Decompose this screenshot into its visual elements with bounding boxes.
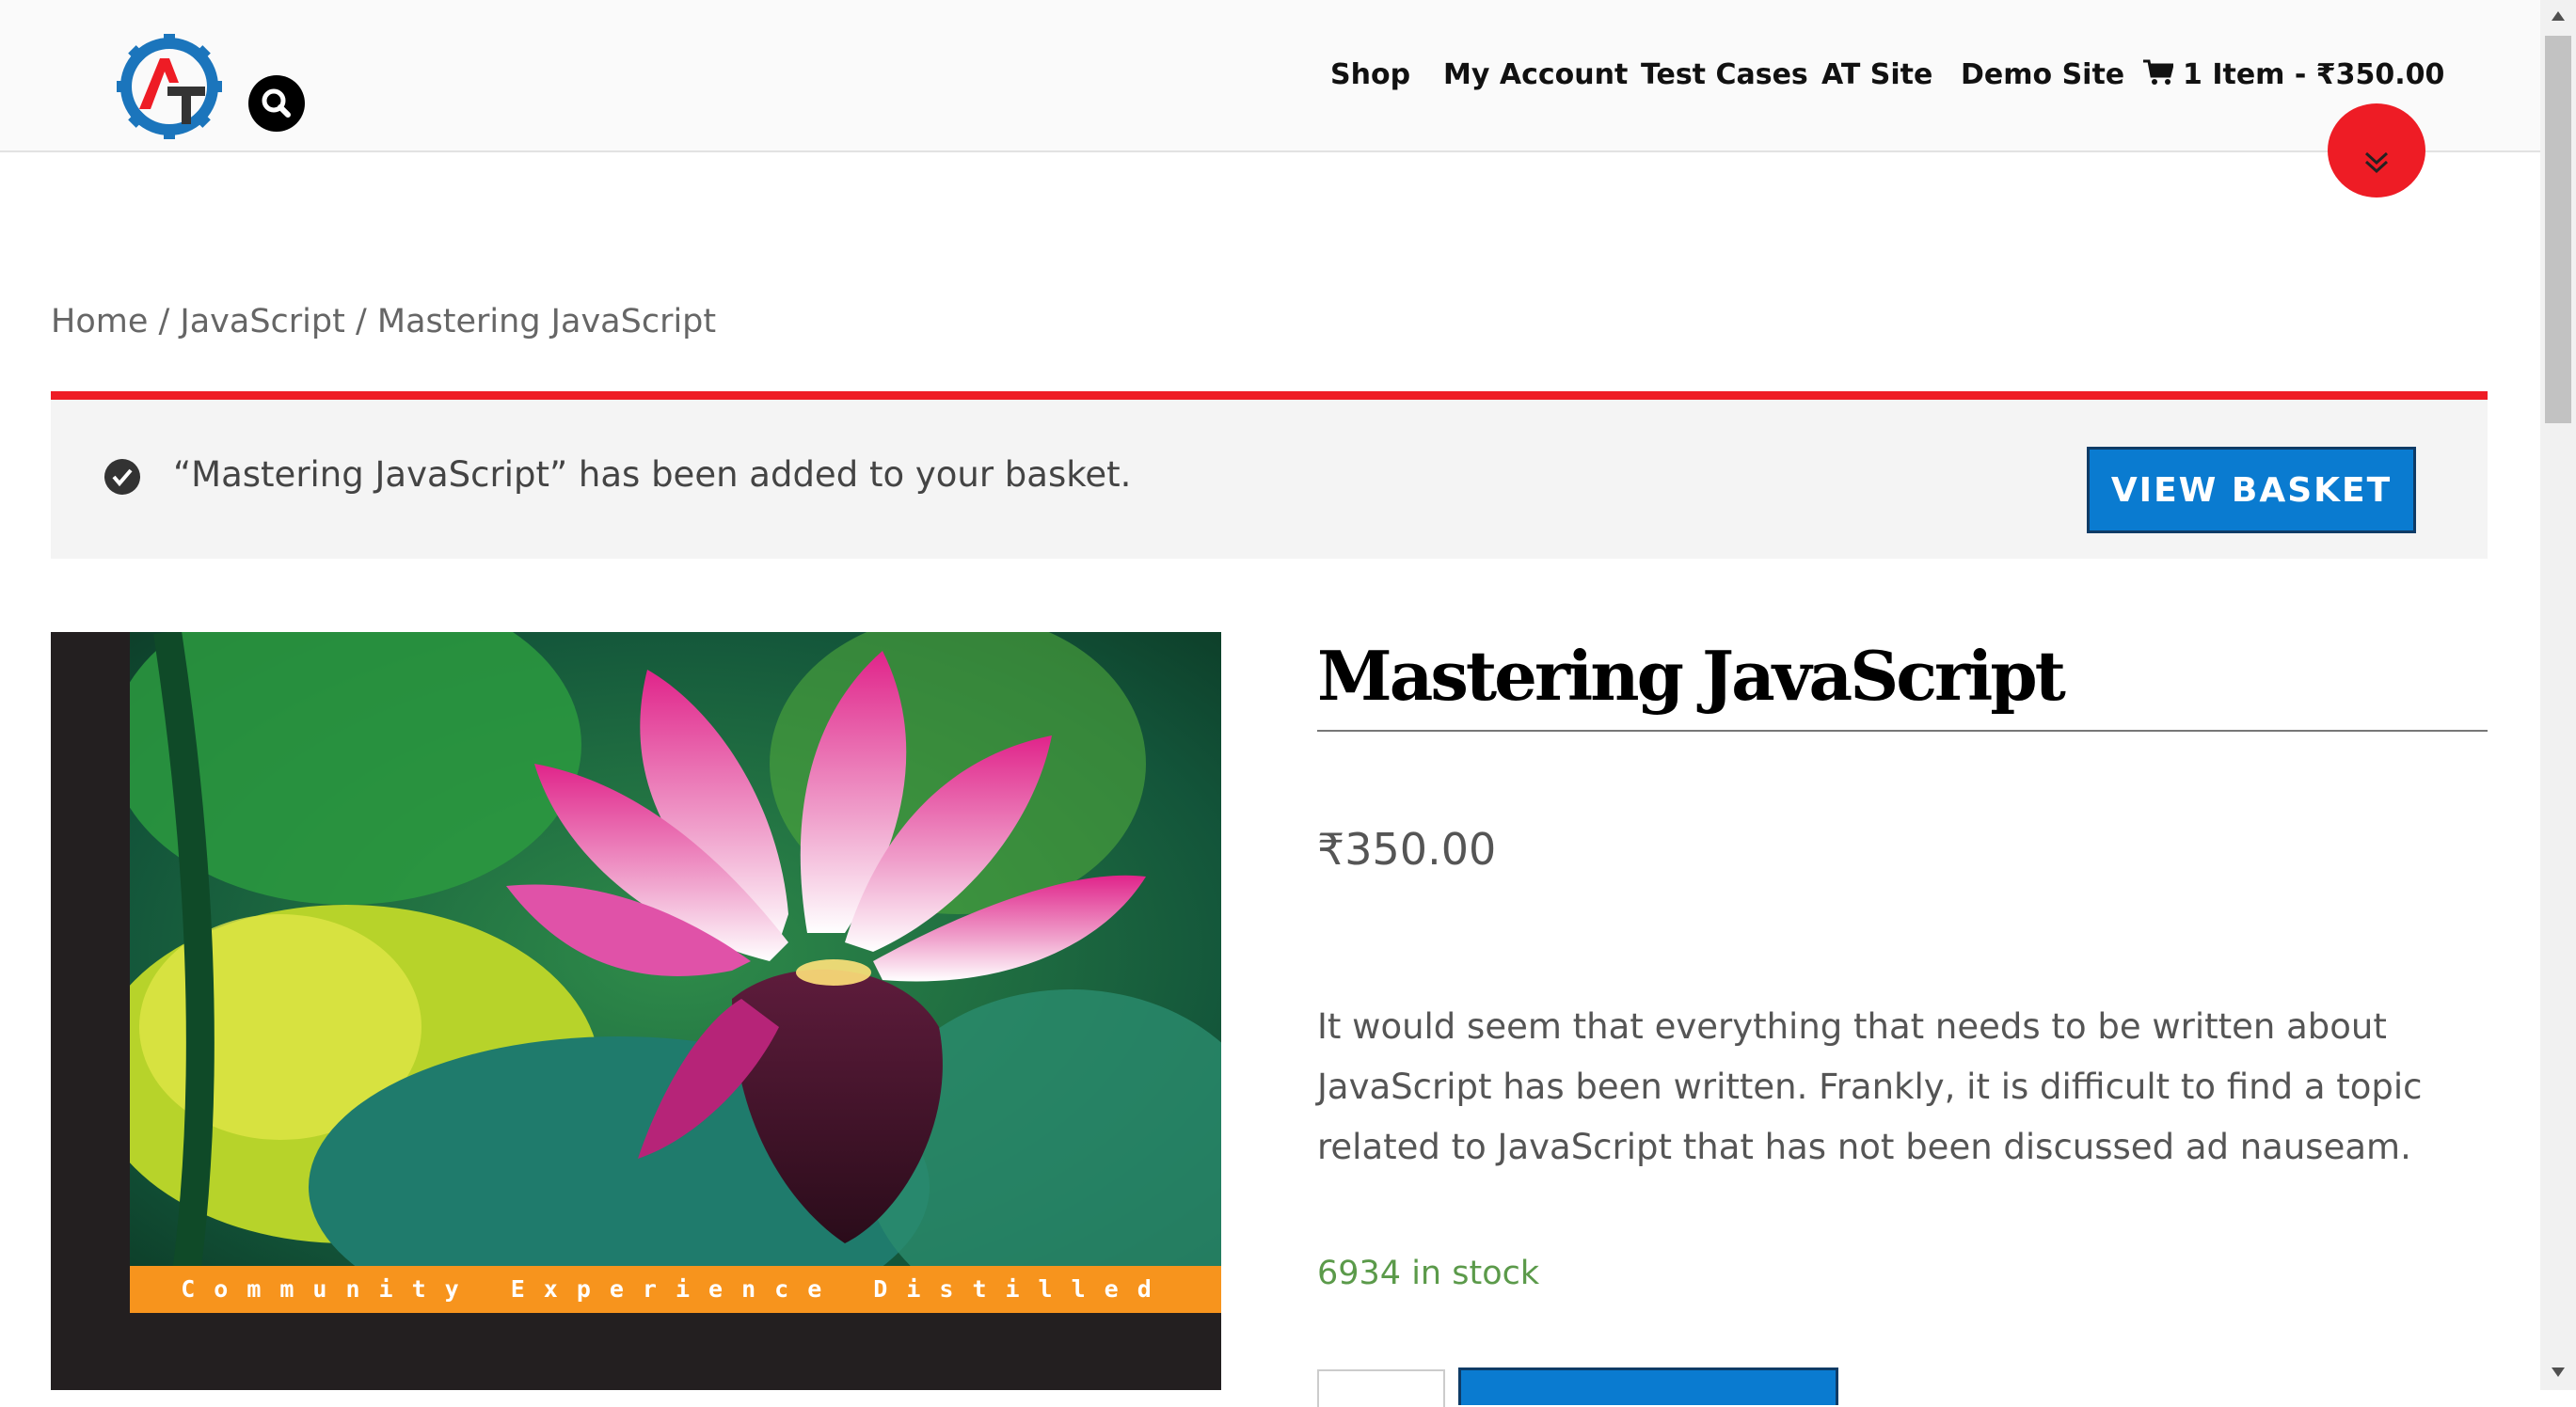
scroll-up-arrow[interactable] [2540,0,2576,34]
check-circle-icon [104,459,140,495]
shopping-cart-icon [2143,59,2173,85]
view-basket-button[interactable]: VIEW BASKET [2087,447,2416,533]
site-header: Shop My Account Test Cases AT Site Demo … [0,0,2540,198]
breadcrumb-separator: / [344,303,377,340]
nav-test-cases[interactable]: Test Cases [1641,58,1808,91]
triangle-up-icon [2552,11,2565,21]
triangle-down-icon [2552,1367,2565,1377]
lotus-cover-photo [130,632,1221,1273]
breadcrumb-current: Mastering JavaScript [376,303,717,340]
search-icon [262,88,291,118]
product-title: Mastering JavaScript [1317,636,2488,732]
stock-status: 6934 in stock [1317,1255,1540,1292]
quantity-input[interactable] [1317,1369,1445,1407]
cover-band-text: Community Experience Distilled [130,1266,1221,1313]
nav-demo-site[interactable]: Demo Site [1961,58,2124,91]
product-price: ₹350.00 [1317,824,1497,875]
search-button[interactable] [248,75,305,132]
breadcrumb-category[interactable]: JavaScript [180,303,344,340]
gear-logo-icon [117,34,222,139]
double-chevron-down-icon [2364,151,2389,174]
site-logo[interactable] [113,30,226,143]
nav-shop[interactable]: Shop [1330,58,1410,91]
breadcrumb-separator: / [148,303,181,340]
product-description: It would seem that everything that needs… [1317,1006,2423,1167]
cart-summary: 1 Item - ₹350.00 [2183,58,2445,91]
nav-cart[interactable]: 1 Item - ₹350.00 [2143,58,2444,91]
added-to-basket-notice: “Mastering JavaScript” has been added to… [51,391,2488,559]
scroll-down-button[interactable] [2328,103,2425,198]
add-to-basket-button[interactable] [1458,1367,1838,1405]
scroll-down-arrow[interactable] [2540,1356,2576,1390]
breadcrumb-home[interactable]: Home [51,303,148,340]
page-scrollbar[interactable] [2540,0,2576,1390]
product-image[interactable]: Community Experience Distilled [51,632,1221,1390]
breadcrumb: Home / JavaScript / Mastering JavaScript [51,303,716,340]
nav-at-site[interactable]: AT Site [1821,58,1932,91]
scrollbar-thumb[interactable] [2545,36,2571,423]
nav-my-account[interactable]: My Account [1443,58,1628,91]
notice-message: “Mastering JavaScript” has been added to… [173,454,1132,495]
